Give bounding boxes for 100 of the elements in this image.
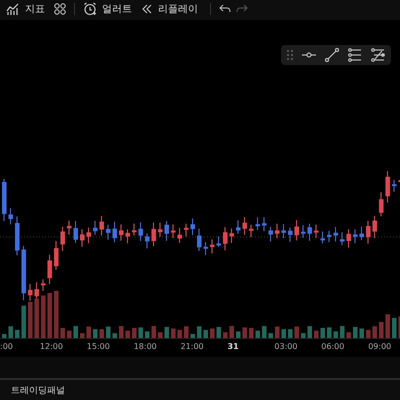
candlestick: [15, 216, 20, 256]
alarm-clock-icon[interactable]: [83, 2, 97, 16]
undo-icon[interactable]: [219, 4, 231, 14]
candlestick: [282, 224, 286, 239]
candlestick: [314, 224, 318, 238]
parallel-lines-icon[interactable]: [348, 48, 362, 62]
candlestick: [86, 227, 91, 244]
candlestick: [171, 224, 176, 239]
volume-bar: [334, 331, 338, 338]
volume-bar: [106, 326, 110, 338]
indicators-button[interactable]: 지표: [25, 2, 49, 16]
candlestick: [164, 220, 169, 242]
volume-bar: [230, 326, 234, 338]
candlestick: [210, 239, 214, 254]
volume-bar: [197, 326, 202, 338]
volume-bar: [15, 330, 20, 338]
volume-bar: [119, 326, 124, 338]
candlestick: [158, 222, 162, 238]
trend-line-icon[interactable]: [325, 48, 339, 62]
volume-bar: [126, 330, 130, 338]
volume-bar: [314, 330, 318, 338]
volume-bar: [327, 327, 332, 338]
candlestick: [74, 220, 78, 244]
volume-bar: [184, 326, 188, 338]
candlestick: [242, 216, 247, 236]
volume-bar: [171, 328, 176, 338]
candlestick: [223, 226, 228, 251]
indicators-icon[interactable]: [6, 2, 20, 16]
candlestick: [2, 178, 6, 222]
volume-bar: [152, 326, 156, 338]
candlestick: [190, 218, 195, 236]
volume-bar: [93, 329, 98, 338]
candlestick: [216, 236, 221, 248]
volume-bar: [294, 326, 299, 338]
volume-bar: [86, 326, 91, 338]
volume-bar: [158, 332, 162, 338]
candlestick: [197, 228, 202, 252]
volume-bar: [8, 326, 13, 338]
candlestick: [334, 226, 338, 242]
volume-bar: [112, 333, 117, 338]
drag-handle-icon[interactable]: [287, 50, 293, 60]
candlestick: [60, 226, 65, 252]
volume-bar: [145, 331, 150, 338]
volume-bar: [67, 330, 72, 338]
volume-bar: [28, 302, 32, 338]
volume-bar: [288, 329, 292, 338]
layout-grid-icon[interactable]: [54, 3, 66, 15]
volume-bar: [268, 333, 273, 338]
time-label: 03:00: [274, 342, 298, 351]
volume-bar: [34, 298, 39, 338]
panel-title[interactable]: 트레이딩패널: [11, 384, 65, 396]
candlestick: [34, 282, 39, 301]
volume-bar: [372, 326, 377, 338]
volume-bar: [353, 326, 358, 338]
volume-bar: [41, 295, 46, 338]
rewind-icon[interactable]: [141, 4, 153, 14]
volume-bar: [340, 326, 344, 338]
candlestick: [379, 192, 384, 217]
volume-bar: [282, 329, 286, 338]
time-label: :00: [0, 342, 13, 351]
volume-bar: [138, 327, 143, 338]
volume-bar: [190, 334, 195, 338]
time-label: 18:00: [134, 342, 157, 351]
volume-bar: [346, 332, 351, 338]
candlestick: [152, 222, 156, 247]
candlestick: [360, 226, 364, 241]
candlestick: [346, 228, 351, 248]
volume-bar: [132, 328, 136, 338]
volume-bar: [308, 326, 312, 338]
candlestick: [8, 208, 13, 225]
candlestick: [126, 228, 130, 244]
time-label: 06:00: [321, 342, 344, 351]
candlestick: [327, 230, 332, 243]
candlestick: [80, 228, 84, 248]
candlestick: [67, 220, 72, 236]
candlestick: [275, 223, 280, 239]
time-label: 31: [228, 342, 239, 351]
candlestick: [288, 227, 292, 242]
candlestick: [138, 222, 143, 242]
alert-button[interactable]: 얼러트: [102, 2, 136, 16]
horizontal-line-icon[interactable]: [302, 52, 316, 58]
time-label: 09:00: [368, 342, 392, 351]
volume-bar: [74, 326, 78, 338]
candlestick: [41, 278, 46, 292]
candlestick: [28, 283, 32, 302]
candlestick: [320, 231, 325, 244]
candlestick: [112, 221, 117, 243]
replay-button[interactable]: 리플레이: [158, 2, 202, 16]
volume-bar: [164, 326, 169, 338]
volume-bar: [60, 328, 65, 338]
volume-bar: [2, 334, 6, 338]
volume-bar: [48, 292, 52, 338]
volume-bar: [54, 290, 58, 338]
candlestick: [132, 223, 136, 236]
volume-bar: [216, 326, 221, 338]
volume-bar: [256, 330, 260, 338]
volume-bar: [204, 330, 208, 338]
volume-bar: [366, 330, 370, 338]
volume-bar: [100, 329, 104, 338]
candlestick: [184, 223, 188, 237]
